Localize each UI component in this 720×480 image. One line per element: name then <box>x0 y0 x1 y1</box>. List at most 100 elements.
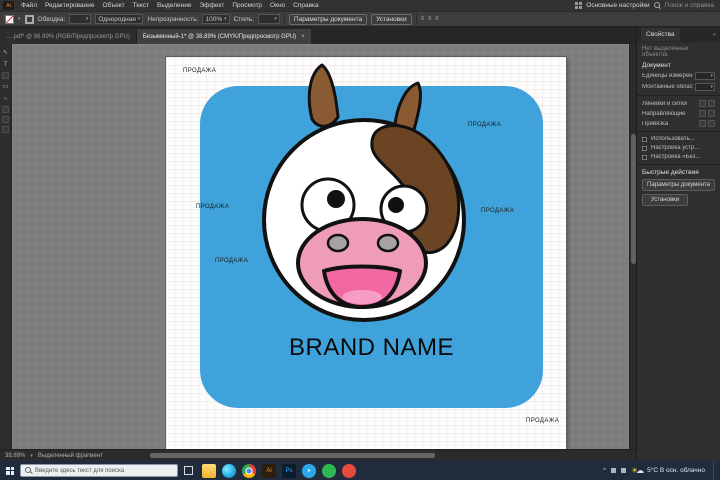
menu-edit[interactable]: Редактирование <box>41 2 99 9</box>
zoom-tool-icon[interactable] <box>2 126 9 133</box>
brush-tool-icon[interactable] <box>2 106 9 113</box>
no-selection-label: Нет выделенных объектов <box>642 46 689 58</box>
style-dropdown[interactable]: ▾ <box>257 14 280 24</box>
menu-bar: Ai Файл Редактирование Объект Текст Выде… <box>0 0 720 11</box>
cow-tongue <box>342 290 382 304</box>
zoom-level[interactable]: 38.89% <box>5 453 25 459</box>
rectangle-tool-icon[interactable]: ▭ <box>1 82 10 91</box>
stroke-width-dropdown[interactable]: ▾ <box>69 14 92 24</box>
search-placeholder: Введите здесь текст для поиска <box>35 467 125 474</box>
stroke-swatch[interactable] <box>24 14 34 24</box>
watermark-text[interactable]: ПРОДАЖА <box>468 122 501 128</box>
menu-type[interactable]: Текст <box>129 2 153 9</box>
preferences-button[interactable]: Установки <box>371 13 412 25</box>
vertical-scrollbar[interactable] <box>629 44 636 449</box>
help-search-placeholder[interactable]: Поиск и справка <box>665 2 714 9</box>
units-label: Единицы измерения <box>642 73 693 79</box>
illustrator-app-icon: Ai <box>3 1 14 10</box>
horizontal-scrollbar-thumb[interactable] <box>150 453 435 458</box>
chrome-browser-icon[interactable] <box>242 463 256 478</box>
photoshop-taskbar-icon[interactable]: Ps <box>282 463 296 478</box>
show-desktop-button[interactable] <box>713 461 716 480</box>
task-view-button[interactable] <box>184 466 193 475</box>
properties-panel: Свойства » Нет выделенных объектов Докум… <box>636 27 720 461</box>
document-tab-pdf[interactable]: ….pdf* @ 96.89% (RGB/Предпросмотр GPU) <box>0 29 137 44</box>
type-tool-icon[interactable]: T <box>1 60 10 69</box>
menu-object[interactable]: Объект <box>99 2 129 9</box>
telegram-icon[interactable]: ➤ <box>302 463 316 478</box>
divider <box>637 164 720 165</box>
green-app-icon[interactable] <box>322 463 336 478</box>
snap-pixel-icon[interactable] <box>708 120 715 127</box>
checkbox[interactable] <box>642 154 647 160</box>
pen-tool-icon[interactable] <box>2 72 9 79</box>
watermark-text[interactable]: ПРОДАЖА <box>481 208 514 214</box>
tools-panel: ↖ T ▭ ○ <box>0 44 12 449</box>
show-guides-icon[interactable] <box>699 110 706 117</box>
ruler-icon[interactable] <box>699 100 706 107</box>
edge-browser-icon[interactable] <box>222 463 236 478</box>
document-section-header: Документ <box>642 62 671 69</box>
checkbox[interactable] <box>642 136 647 142</box>
workspace-switcher-icon[interactable] <box>575 2 583 9</box>
watermark-text[interactable]: ПРОДАЖА <box>183 68 216 74</box>
properties-panel-tab[interactable]: Свойства <box>641 28 680 41</box>
fill-caret-icon[interactable]: ▾ <box>18 16 21 22</box>
search-icon[interactable] <box>653 2 661 9</box>
brand-name-text[interactable]: BRAND NAME <box>200 334 543 362</box>
cow-illustration[interactable] <box>246 57 486 337</box>
menu-select[interactable]: Выделение <box>153 2 195 9</box>
snap-grid-icon[interactable] <box>699 120 706 127</box>
menu-effect[interactable]: Эффект <box>195 2 228 9</box>
ellipse-tool-icon[interactable]: ○ <box>1 94 10 103</box>
cow-nostril-left <box>326 233 350 253</box>
opacity-label: Непрозрачность: <box>147 15 199 23</box>
workspace-name[interactable]: Основные настройки <box>586 2 649 9</box>
variable-width-dropdown[interactable]: Однородная ▾ <box>95 14 144 24</box>
volume-tray-icon[interactable] <box>621 468 626 473</box>
watermark-text[interactable]: ПРОДАЖА <box>215 258 248 264</box>
align-icons[interactable]: ≡ ≡ ≡ <box>421 16 440 22</box>
red-app-icon[interactable] <box>342 463 356 478</box>
menu-window[interactable]: Окно <box>266 2 289 9</box>
start-button[interactable] <box>6 466 14 475</box>
taskbar-search-input[interactable]: Введите здесь текст для поиска <box>20 464 178 477</box>
preferences-quick-button[interactable]: Установки <box>642 194 688 206</box>
grid-icon[interactable] <box>708 100 715 107</box>
menu-file[interactable]: Файл <box>17 2 41 9</box>
illustrator-taskbar-icon[interactable]: Ai <box>262 463 276 478</box>
option3-label: Настройка «Без... <box>651 154 701 160</box>
option1-label: Использовать... <box>651 136 695 142</box>
network-tray-icon[interactable] <box>611 468 616 473</box>
option2-label: Настройка устр... <box>651 145 700 151</box>
close-tab-icon[interactable]: × <box>301 34 305 40</box>
document-setup-button[interactable]: Параметры документа <box>288 13 368 25</box>
menu-view[interactable]: Просмотр <box>228 2 266 9</box>
watermark-text[interactable]: ПРОДАЖА <box>526 418 559 424</box>
control-bar: ▾ Обводка: ▾ Однородная ▾ Непрозрачность:… <box>0 11 720 27</box>
rulers-grids-label: Линейки и сетки <box>642 100 687 107</box>
cow-horn-left <box>307 63 340 128</box>
gradient-tool-icon[interactable] <box>2 116 9 123</box>
search-icon <box>25 467 32 474</box>
opacity-value-dropdown[interactable]: 100% ▾ <box>202 14 230 24</box>
panel-menu-icon[interactable]: » <box>713 32 716 38</box>
file-explorer-icon[interactable] <box>202 463 216 478</box>
pasteboard[interactable]: BRAND NAME ПРОДАЖА ПРОДАЖА ПРОДАЖА ПРОДА… <box>12 44 629 449</box>
menu-help[interactable]: Справка <box>289 2 323 9</box>
selection-tool-icon[interactable]: ↖ <box>1 48 10 57</box>
units-dropdown[interactable]: ▾ <box>695 72 715 80</box>
watermark-text[interactable]: ПРОДАЖА <box>196 204 229 210</box>
artboard[interactable]: BRAND NAME ПРОДАЖА ПРОДАЖА ПРОДАЖА ПРОДА… <box>166 57 566 449</box>
weather-widget[interactable]: ☀ ☁ 5°C В осн. облачно <box>631 466 705 475</box>
zoom-caret-icon[interactable]: ▾ <box>30 453 33 459</box>
checkbox[interactable] <box>642 145 647 151</box>
windows-taskbar: Введите здесь текст для поиска Ai Ps ➤ ^… <box>0 461 720 480</box>
artboards-dropdown[interactable]: ▾ <box>695 83 715 91</box>
fill-swatch[interactable] <box>5 14 14 24</box>
document-tabs-bar: ….pdf* @ 96.89% (RGB/Предпросмотр GPU) Б… <box>0 27 636 44</box>
tray-chevron-up-icon[interactable]: ^ <box>603 468 606 474</box>
document-tab-untitled1[interactable]: Безымянный-1* @ 38.89% (CMYK/Предпросмот… <box>136 29 311 44</box>
document-setup-quick-button[interactable]: Параметры документа <box>642 179 715 191</box>
lock-guides-icon[interactable] <box>708 110 715 117</box>
